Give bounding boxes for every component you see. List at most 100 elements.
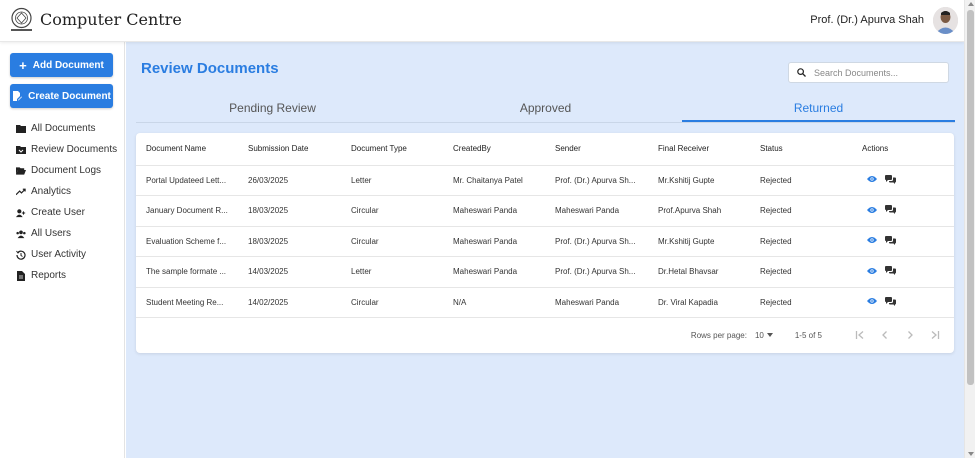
table-cell: Rejected: [750, 165, 852, 196]
table-cell: Maheswari Panda: [545, 195, 648, 227]
folder-icon: [16, 124, 26, 134]
sidebar-item-label: Analytics: [31, 186, 72, 197]
table-cell: Prof. (Dr.) Apurva Sh...: [545, 256, 648, 288]
column-header[interactable]: Status: [750, 133, 852, 166]
tab-returned[interactable]: Returned: [682, 94, 955, 122]
row-actions: [862, 235, 954, 247]
avatar[interactable]: [933, 7, 958, 34]
table-row[interactable]: Portal Updateed Lett... 26/03/2025 Letter M…: [136, 165, 954, 196]
documents-table-card: Document Name Submission Date Document T…: [136, 133, 954, 353]
sidebar-item-label: Document Logs: [31, 165, 102, 176]
table-cell: Maheswari Panda: [443, 195, 545, 227]
sidebar-item-all-documents[interactable]: All Documents: [16, 118, 117, 139]
table-cell: 14/03/2025: [238, 256, 341, 288]
sidebar-item-user-activity[interactable]: User Activity: [16, 244, 117, 265]
table-cell: Rejected: [750, 195, 852, 227]
view-eye-icon[interactable]: [867, 297, 877, 307]
comments-icon[interactable]: [885, 174, 896, 186]
user-photo-icon: [933, 7, 958, 34]
user-plus-icon: [16, 208, 26, 218]
view-eye-icon[interactable]: [867, 175, 877, 185]
sidebar-item-document-logs[interactable]: Document Logs: [16, 160, 117, 181]
table-row[interactable]: January Document R... 18/03/2025 Circular M…: [136, 195, 954, 227]
sidebar-item-create-user[interactable]: Create User: [16, 202, 117, 223]
scroll-down-icon[interactable]: [968, 452, 974, 456]
rows-per-page-label: Rows per page:: [690, 330, 747, 340]
tab-pending-review[interactable]: Pending Review: [136, 94, 409, 122]
sidebar-item-label: Review Documents: [31, 144, 118, 155]
scrollbar-thumb[interactable]: [967, 10, 974, 385]
column-header[interactable]: CreatedBy: [443, 133, 545, 166]
table-cell: Prof.Apurva Shah: [648, 195, 750, 227]
column-header[interactable]: Sender: [545, 133, 648, 166]
app-header: Computer Centre Prof. (Dr.) Apurva Shah: [0, 0, 964, 42]
actions-cell: [852, 226, 954, 257]
table-cell: 18/03/2025: [238, 226, 341, 257]
table-cell: Portal Updateed Lett...: [136, 165, 238, 196]
column-header[interactable]: Document Type: [341, 133, 443, 166]
sidebar-item-label: Create User: [31, 207, 85, 218]
scroll-up-icon[interactable]: [968, 2, 974, 6]
page-title: Review Documents: [141, 60, 279, 77]
row-actions: [862, 205, 954, 216]
last-page-icon[interactable]: [926, 328, 944, 342]
table-cell: Maheswari Panda: [443, 256, 545, 288]
previous-page-icon[interactable]: [876, 328, 894, 342]
sidebar-item-review-documents[interactable]: Review Documents: [16, 139, 117, 160]
table-cell: N/A: [443, 287, 545, 318]
table-cell: Dr.Hetal Bhavsar: [648, 256, 750, 288]
row-actions: [862, 266, 954, 277]
next-page-icon[interactable]: [901, 328, 919, 342]
table-cell: Rejected: [750, 226, 852, 257]
sidebar: + Add Document Create Document All Docum…: [0, 42, 125, 458]
table-cell: Student Meeting Re...: [136, 287, 238, 318]
column-header: Actions: [852, 133, 954, 166]
add-document-button[interactable]: + Add Document: [10, 53, 113, 77]
page-scrollbar[interactable]: [964, 0, 975, 458]
row-actions: [862, 296, 954, 308]
comments-icon[interactable]: [885, 296, 896, 308]
university-logo: [11, 7, 32, 31]
table-cell: Mr.Kshitij Gupte: [648, 226, 750, 257]
table-cell: Circular: [341, 195, 443, 227]
trending-up-icon: [16, 187, 26, 197]
create-document-button[interactable]: Create Document: [10, 84, 113, 108]
table-row[interactable]: Evaluation Scheme f... 18/03/2025 Circular…: [136, 226, 954, 257]
comments-icon[interactable]: [885, 235, 896, 247]
view-eye-icon[interactable]: [867, 236, 877, 246]
table-cell: Maheswari Panda: [443, 226, 545, 257]
table-cell: Circular: [341, 226, 443, 257]
table-row[interactable]: The sample formate ... 14/03/2025 Letter Ma…: [136, 256, 954, 288]
table-cell: Dr. Viral Kapadia: [648, 287, 750, 318]
table-cell: 18/03/2025: [238, 195, 341, 227]
table-row[interactable]: Student Meeting Re... 14/02/2025 Circular N…: [136, 287, 954, 318]
rows-per-page-select[interactable]: 10: [755, 331, 773, 340]
sidebar-item-reports[interactable]: Reports: [16, 265, 117, 286]
sidebar-item-all-users[interactable]: All Users: [16, 223, 117, 244]
actions-cell: [852, 256, 954, 288]
column-header[interactable]: Submission Date: [238, 133, 341, 166]
table-cell: Rejected: [750, 256, 852, 288]
search-input[interactable]: [814, 67, 944, 78]
view-eye-icon[interactable]: [867, 206, 877, 216]
column-header[interactable]: Final Receiver: [648, 133, 750, 166]
view-eye-icon[interactable]: [867, 267, 877, 277]
table-cell: January Document R...: [136, 195, 238, 227]
first-page-icon[interactable]: [851, 328, 869, 342]
tab-approved[interactable]: Approved: [409, 94, 682, 122]
table-cell: 14/02/2025: [238, 287, 341, 318]
sidebar-nav: All Documents Review Documents Document …: [16, 118, 117, 286]
sidebar-item-analytics[interactable]: Analytics: [16, 181, 117, 202]
folder-open-icon: [16, 166, 26, 176]
search-box[interactable]: [788, 62, 949, 83]
table-cell: 26/03/2025: [238, 165, 341, 196]
search-icon: [797, 68, 806, 77]
table-cell: Letter: [341, 256, 443, 288]
sidebar-item-label: User Activity: [31, 249, 87, 260]
column-header[interactable]: Document Name: [136, 133, 238, 166]
comments-icon[interactable]: [885, 266, 896, 277]
comments-icon[interactable]: [885, 205, 896, 216]
actions-cell: [852, 165, 954, 196]
table-cell: Prof. (Dr.) Apurva Sh...: [545, 226, 648, 257]
table-cell: Maheswari Panda: [545, 287, 648, 318]
